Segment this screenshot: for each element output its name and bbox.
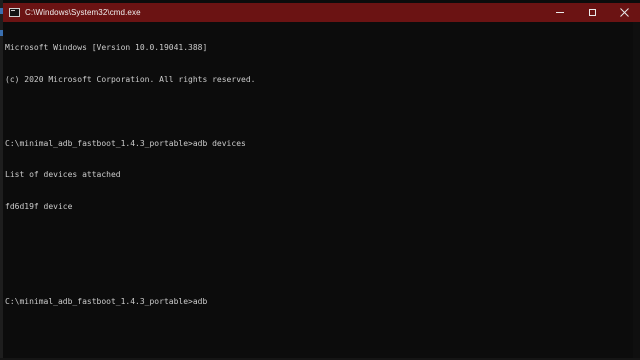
close-button[interactable] xyxy=(608,3,640,22)
console-line: Microsoft Windows [Version 10.0.19041.38… xyxy=(5,43,208,53)
window-controls xyxy=(544,3,640,22)
console-line: fd6d19f device xyxy=(5,202,73,212)
close-icon xyxy=(619,8,629,17)
console-line: List of devices attached xyxy=(5,170,121,180)
vertical-scrollbar[interactable] xyxy=(633,22,640,360)
console-line: (c) 2020 Microsoft Corporation. All righ… xyxy=(5,74,256,84)
command-prompt-line[interactable]: C:\minimal_adb_fastboot_1.4.3_portable>a… xyxy=(5,297,633,308)
minimize-icon xyxy=(556,12,564,13)
cmd-app-icon[interactable] xyxy=(9,8,20,17)
desktop-screen: C:\Windows\System32\cmd.exe Microsoft Wi… xyxy=(0,0,640,360)
console-output[interactable]: Microsoft Windows [Version 10.0.19041.38… xyxy=(3,22,633,360)
minimize-button[interactable] xyxy=(544,3,576,22)
maximize-icon xyxy=(588,9,596,16)
cmd-window[interactable]: C:\Windows\System32\cmd.exe Microsoft Wi… xyxy=(3,3,640,360)
title-bar[interactable]: C:\Windows\System32\cmd.exe xyxy=(3,3,640,22)
maximize-button[interactable] xyxy=(576,3,608,22)
window-title: C:\Windows\System32\cmd.exe xyxy=(25,8,141,17)
console-line: C:\minimal_adb_fastboot_1.4.3_portable>a… xyxy=(5,138,246,148)
